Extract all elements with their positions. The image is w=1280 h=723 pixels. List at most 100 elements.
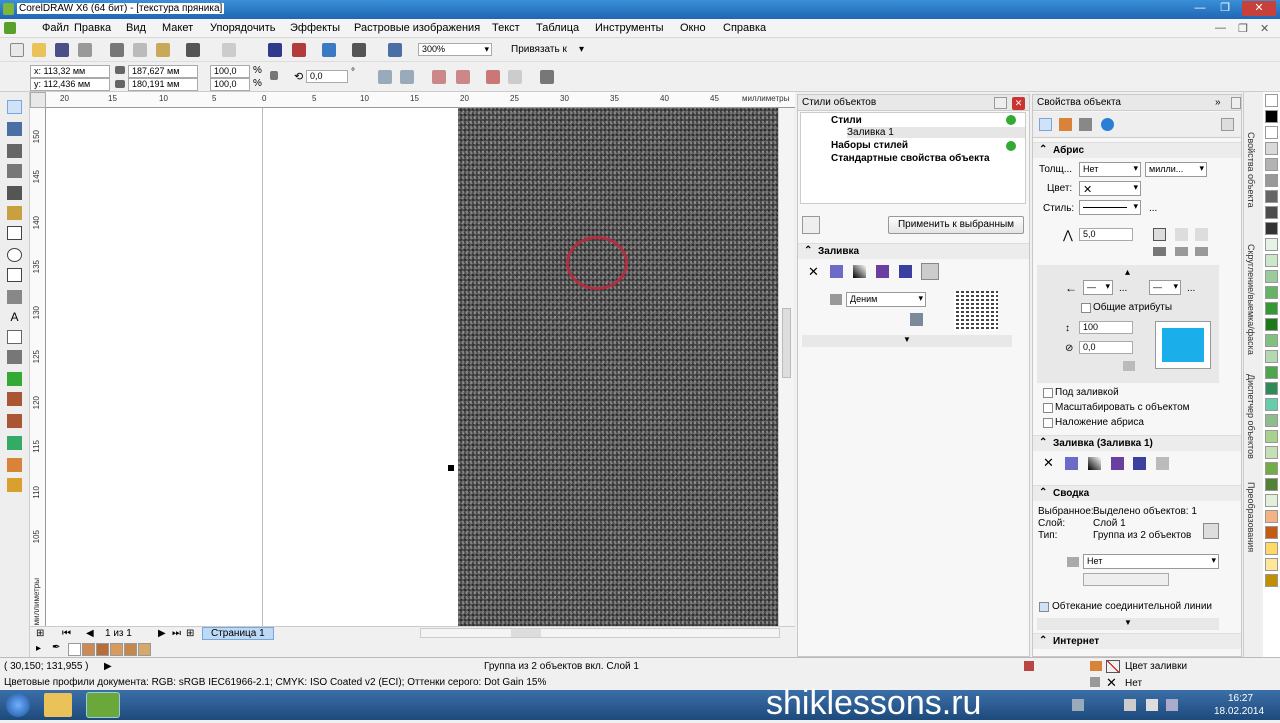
outline-color-select[interactable]: ✕ <box>1079 181 1141 196</box>
horizontal-scroll-thumb[interactable] <box>511 629 541 637</box>
props-uniform-fill-icon[interactable] <box>1065 457 1078 470</box>
lock-icon[interactable] <box>1203 523 1219 539</box>
eyedropper-tool-icon[interactable] <box>7 414 22 428</box>
collapse-arrows-icon[interactable]: ▴ <box>1125 267 1130 278</box>
pattern-select[interactable]: Деним <box>846 292 926 307</box>
text-tab-icon[interactable] <box>1079 118 1092 131</box>
outline-none-icon[interactable]: ✕ <box>1106 675 1117 691</box>
arrow-end-more[interactable]: ... <box>1187 283 1195 294</box>
palette-menu-icon[interactable]: ▸ <box>36 643 41 654</box>
doc-minimize-button[interactable]: — <box>1215 22 1226 34</box>
arrow-end-select[interactable]: — <box>1149 280 1181 295</box>
first-page-icon[interactable]: ⏮ <box>62 628 71 639</box>
palette-swatch[interactable] <box>82 643 95 656</box>
outline-section-header[interactable]: Абрис <box>1033 142 1241 158</box>
nib-preview[interactable] <box>1155 321 1211 369</box>
menu-file[interactable]: Файл <box>42 22 69 34</box>
page-tab-1[interactable]: Страница 1 <box>202 627 274 640</box>
palette-color-swatch[interactable] <box>1265 446 1278 459</box>
add-style-icon[interactable] <box>1006 115 1016 125</box>
shape-tool-icon[interactable] <box>7 122 22 136</box>
y-position-field[interactable]: y: 112,436 мм <box>30 78 110 91</box>
corner-miter-icon[interactable] <box>1153 228 1166 241</box>
palette-color-swatch[interactable] <box>1265 414 1278 427</box>
palette-color-swatch[interactable] <box>1265 558 1278 571</box>
panel-options-icon[interactable] <box>1221 118 1234 131</box>
app-menu-icon[interactable] <box>4 22 16 34</box>
cut-icon[interactable] <box>110 43 124 57</box>
vertical-scrollbar[interactable] <box>778 108 794 626</box>
x-position-field[interactable]: x: 113,32 мм <box>30 65 110 78</box>
copy-icon[interactable] <box>133 43 147 57</box>
palette-color-swatch[interactable] <box>1265 526 1278 539</box>
palette-color-swatch[interactable] <box>1265 126 1278 139</box>
export-icon[interactable] <box>292 43 306 57</box>
drawing-canvas[interactable] <box>46 108 778 626</box>
smart-fill-tool-icon[interactable] <box>7 206 22 220</box>
paste-icon[interactable] <box>156 43 170 57</box>
uniform-fill-icon[interactable] <box>830 265 843 278</box>
cap-butt-icon[interactable] <box>1153 247 1166 256</box>
next-page-icon[interactable]: ▶ <box>158 628 166 639</box>
mirror-vertical-icon[interactable] <box>400 70 414 84</box>
fill-tool-icon[interactable] <box>7 458 22 472</box>
color-profiles[interactable]: Цветовые профили документа: RGB: sRGB IE… <box>4 677 546 688</box>
fountain-fill-icon[interactable] <box>853 265 866 278</box>
panel-minimize-button[interactable] <box>994 97 1007 109</box>
taskbar-coreldraw-icon[interactable] <box>86 692 120 718</box>
palette-color-swatch[interactable] <box>1265 430 1278 443</box>
minimize-button[interactable]: — <box>1190 1 1210 16</box>
corner-round-icon[interactable] <box>1175 228 1188 241</box>
combine-icon[interactable] <box>508 70 522 84</box>
palette-color-swatch[interactable] <box>1265 174 1278 187</box>
wrap-select[interactable]: Нет <box>1083 554 1219 569</box>
palette-color-swatch[interactable] <box>1265 366 1278 379</box>
palette-color-swatch[interactable] <box>1265 350 1278 363</box>
eyedropper-icon[interactable]: ✒ <box>52 642 60 653</box>
redo-icon[interactable] <box>222 43 236 57</box>
doc-close-button[interactable]: ✕ <box>1260 22 1269 35</box>
menu-layout[interactable]: Макет <box>162 22 193 34</box>
palette-color-swatch[interactable] <box>1265 574 1278 587</box>
menu-effects[interactable]: Эффекты <box>290 22 340 34</box>
dock-tab-fillet[interactable]: Скругление/выемка/фаска <box>1246 244 1256 355</box>
overprint-checkbox[interactable] <box>1043 418 1053 428</box>
pick-tool-icon[interactable] <box>7 100 22 114</box>
apply-to-selected-button[interactable]: Применить к выбранным <box>888 216 1024 234</box>
group-icon[interactable] <box>432 70 446 84</box>
zoom-level-select[interactable]: 300% ▾ <box>418 43 492 56</box>
menu-tools[interactable]: Инструменты <box>595 22 664 34</box>
menu-bitmaps[interactable]: Растровые изображения <box>354 22 480 34</box>
rectangle-tool-icon[interactable] <box>7 226 22 240</box>
palette-color-swatch[interactable] <box>1265 542 1278 555</box>
palette-color-swatch[interactable] <box>1265 334 1278 347</box>
menu-table[interactable]: Таблица <box>536 22 579 34</box>
no-fill-icon[interactable]: ✕ <box>808 264 819 280</box>
dock-tab-transformations[interactable]: Преобразования <box>1246 482 1256 552</box>
prev-page-icon[interactable]: ◀ <box>86 628 94 639</box>
menu-help[interactable]: Справка <box>723 22 766 34</box>
align-distribute-icon[interactable] <box>540 70 554 84</box>
mirror-horizontal-icon[interactable] <box>378 70 392 84</box>
palette-color-swatch[interactable] <box>1265 510 1278 523</box>
pattern-preview[interactable] <box>954 291 998 331</box>
text-tool-icon[interactable]: A <box>7 310 22 324</box>
horizontal-scrollbar[interactable] <box>420 628 780 638</box>
palette-color-swatch[interactable] <box>1265 110 1278 123</box>
common-attrs-checkbox[interactable] <box>1081 303 1091 313</box>
internet-section-header[interactable]: Интернет <box>1033 633 1241 649</box>
tree-item-styles[interactable]: Стили <box>831 115 862 126</box>
expand-summary-icon[interactable]: ▼ <box>1037 618 1219 630</box>
panel-close-button[interactable]: ✕ <box>1012 97 1025 110</box>
arrow-start-more[interactable]: ... <box>1119 283 1127 294</box>
scale-width-field[interactable]: 100,0 <box>210 65 250 78</box>
palette-swatch[interactable] <box>96 643 109 656</box>
props-pattern-fill-icon[interactable] <box>1111 457 1124 470</box>
add-style-set-icon[interactable] <box>1006 141 1016 151</box>
last-page-icon[interactable]: ⏭ <box>172 628 181 639</box>
vector-pattern-icon[interactable] <box>876 265 889 278</box>
width-field[interactable]: 187,627 мм <box>128 65 198 78</box>
menu-view[interactable]: Вид <box>126 22 146 34</box>
palette-color-swatch[interactable] <box>1265 382 1278 395</box>
dimension-tool-icon[interactable] <box>7 350 22 364</box>
